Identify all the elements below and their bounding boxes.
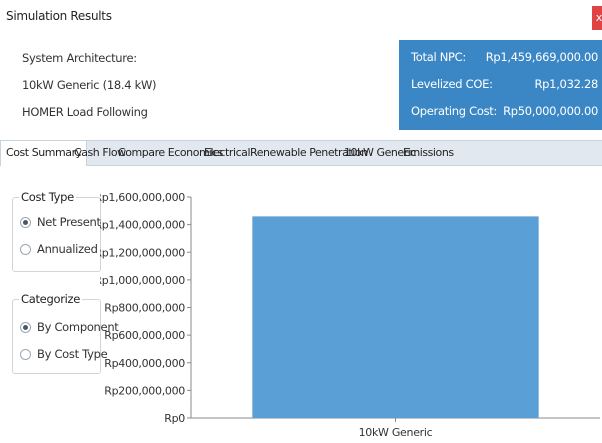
categorize-legend: Categorize xyxy=(19,292,83,306)
y-tick-label: Rp800,000,000 xyxy=(104,302,185,315)
cost-summary-chart: Rp0 Rp200,000,000 Rp400,000,000 Rp600,000,0… xyxy=(100,191,600,439)
architecture-heading: System Architecture: xyxy=(22,51,137,65)
tab-emissions[interactable]: Emissions xyxy=(403,141,454,165)
levelized-coe-value: Rp1,032.28 xyxy=(534,77,598,91)
y-tick-label: Rp600,000,000 xyxy=(104,329,185,342)
radio-net-present-label: Net Present xyxy=(37,215,101,229)
radio-by-cost-type-label: By Cost Type xyxy=(37,347,108,361)
results-tab-bar: Cost Summary Cash Flow Compare Economics… xyxy=(0,140,602,166)
cost-type-legend: Cost Type xyxy=(19,190,76,204)
y-tick-label: Rp400,000,000 xyxy=(104,357,185,370)
radio-by-cost-type[interactable]: By Cost Type xyxy=(20,344,108,364)
radio-annualized[interactable]: Annualized xyxy=(20,239,98,259)
architecture-component: 10kW Generic (18.4 kW) xyxy=(22,78,157,92)
radio-unchecked-icon xyxy=(20,349,31,360)
y-tick-label: Rp1,200,000,000 xyxy=(100,246,185,259)
close-button[interactable]: x xyxy=(592,6,602,30)
levelized-coe-row: Levelized COE: Rp1,032.28 xyxy=(411,71,598,98)
y-tick-label: Rp1,000,000,000 xyxy=(100,274,185,287)
total-npc-row: Total NPC: Rp1,459,669,000.00 xyxy=(411,44,598,71)
total-npc-value: Rp1,459,669,000.00 xyxy=(485,50,599,64)
bar xyxy=(252,216,539,418)
y-tick-label: Rp0 xyxy=(164,412,185,425)
title-bar: Simulation Results x xyxy=(0,0,602,36)
operating-cost-row: Operating Cost: Rp50,000,000.00 xyxy=(411,98,598,125)
cost-summary-panel: Total NPC: Rp1,459,669,000.00 Levelized … xyxy=(399,40,602,130)
operating-cost-value: Rp50,000,000.00 xyxy=(503,104,598,118)
levelized-coe-label: Levelized COE: xyxy=(411,77,493,91)
radio-checked-icon xyxy=(20,217,31,228)
radio-net-present[interactable]: Net Present xyxy=(20,212,101,232)
categorize-group: Categorize By Component By Cost Type xyxy=(12,292,119,374)
radio-checked-icon xyxy=(20,322,31,333)
x-tick-label: 10kW Generic xyxy=(359,426,433,439)
tab-electrical[interactable]: Electrical xyxy=(204,141,251,165)
radio-unchecked-icon xyxy=(20,244,31,255)
y-tick-label: Rp1,400,000,000 xyxy=(100,219,185,232)
system-architecture-panel: System Architecture: 10kW Generic (18.4 … xyxy=(22,45,157,126)
total-npc-label: Total NPC: xyxy=(411,50,466,64)
y-tick-label: Rp200,000,000 xyxy=(104,384,185,397)
y-tick-label: Rp1,600,000,000 xyxy=(100,191,185,204)
cost-type-group: Cost Type Net Present Annualized xyxy=(12,190,101,272)
radio-annualized-label: Annualized xyxy=(37,242,98,256)
window-title: Simulation Results xyxy=(6,9,112,23)
operating-cost-label: Operating Cost: xyxy=(411,104,498,118)
architecture-dispatch: HOMER Load Following xyxy=(22,105,148,119)
